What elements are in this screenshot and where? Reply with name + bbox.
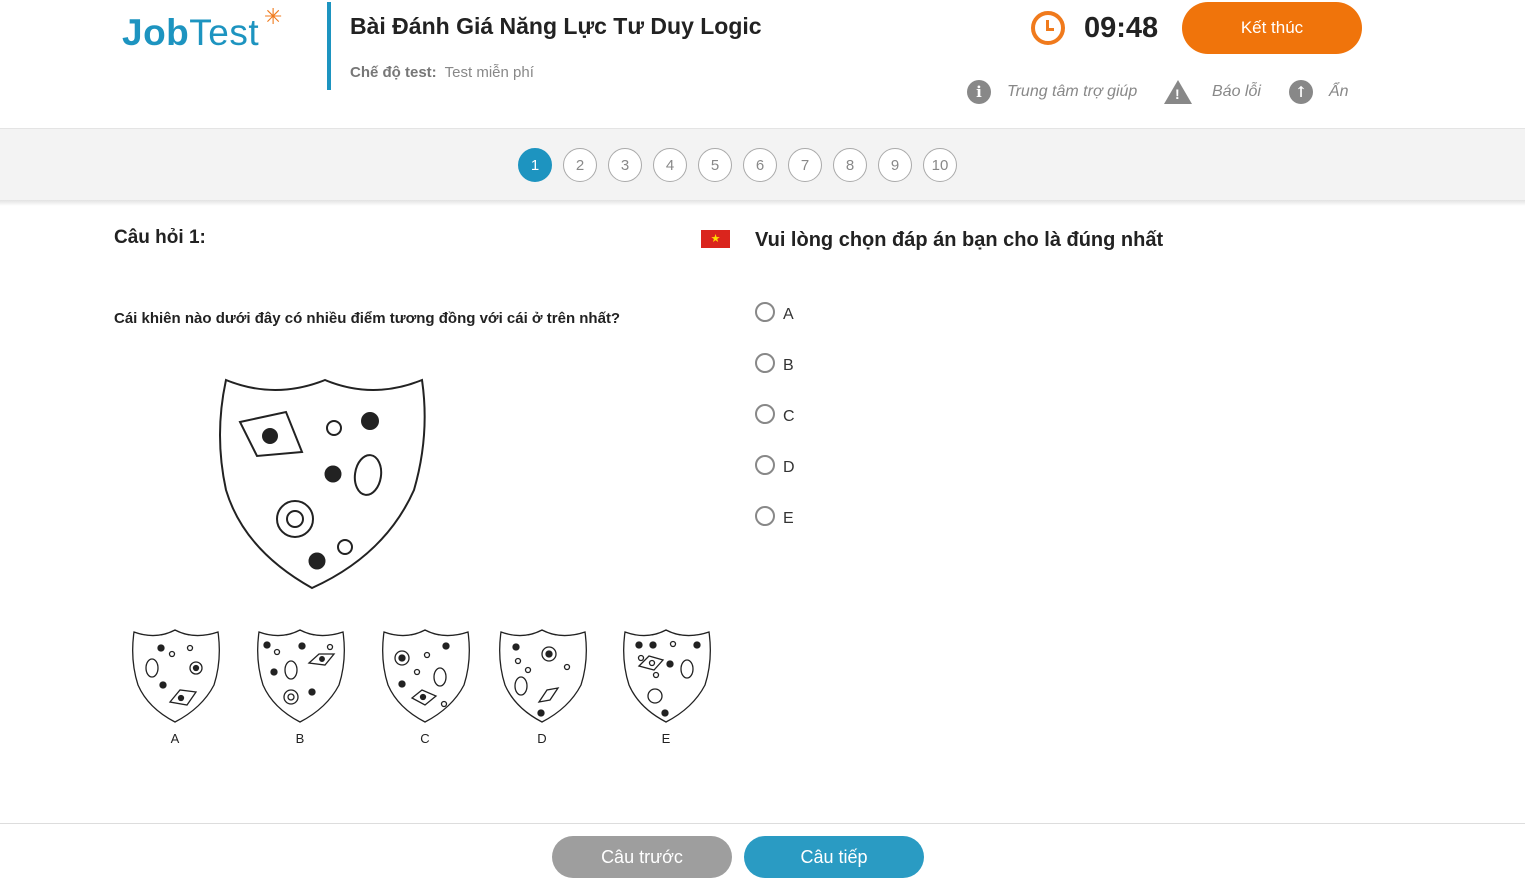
header-divider — [327, 2, 331, 90]
question-number-3[interactable]: 3 — [608, 148, 642, 182]
question-text: Cái khiên nào dưới đây có nhiều điểm tươ… — [114, 310, 621, 327]
question-number-10[interactable]: 10 — [923, 148, 957, 182]
question-figure: A B C D E — [132, 378, 711, 746]
question-label: Câu hỏi 1: — [114, 227, 206, 248]
option-shield-c — [382, 629, 470, 723]
answer-instruction: Vui lòng chọn đáp án bạn cho là đúng nhấ… — [755, 229, 1164, 251]
header: JobTest ✳ Bài Đánh Giá Năng Lực Tư Duy L… — [0, 0, 1525, 128]
test-mode-value: Test miễn phí — [444, 64, 534, 81]
answer-option-d[interactable]: D — [755, 442, 795, 493]
answer-option-label: B — [783, 356, 794, 374]
question-number-2[interactable]: 2 — [563, 148, 597, 182]
arrow-up-icon: ↑ — [1289, 80, 1313, 104]
finish-button[interactable]: Kết thúc — [1182, 2, 1362, 54]
option-shield-d — [499, 629, 587, 723]
question-number-4[interactable]: 4 — [653, 148, 687, 182]
question-number-7[interactable]: 7 — [788, 148, 822, 182]
hide-link[interactable]: ↑ Ẩn — [1289, 78, 1349, 106]
question-number-1[interactable]: 1 — [518, 148, 552, 182]
question-number-8[interactable]: 8 — [833, 148, 867, 182]
question-navigator: 1 2 3 4 5 6 7 8 9 10 — [0, 128, 1525, 200]
figure-label-b: B — [296, 731, 305, 746]
vietnam-flag-icon[interactable]: ★ — [701, 230, 730, 248]
page: JobTest ✳ Bài Đánh Giá Năng Lực Tư Duy L… — [0, 0, 1525, 882]
warning-icon: ! — [1164, 80, 1192, 104]
answer-options: A B C D E — [755, 289, 795, 544]
radio-button[interactable] — [755, 454, 775, 475]
question-number-5[interactable]: 5 — [698, 148, 732, 182]
answer-option-c[interactable]: C — [755, 391, 795, 442]
answer-option-e[interactable]: E — [755, 493, 795, 544]
jobtest-logo[interactable]: JobTest — [122, 12, 259, 54]
answer-option-label: A — [783, 305, 794, 323]
figure-label-d: D — [537, 731, 546, 746]
option-shield-b — [257, 629, 345, 723]
radio-button[interactable] — [755, 301, 775, 322]
hide-label: Ẩn — [1329, 83, 1349, 100]
test-mode-label: Chế độ test: — [350, 64, 437, 81]
footer: Câu trước Câu tiếp — [0, 823, 1525, 882]
option-shield-a — [132, 629, 220, 723]
help-center-label: Trung tâm trợ giúp — [1007, 83, 1138, 100]
previous-question-button[interactable]: Câu trước — [552, 836, 732, 878]
answer-option-label: E — [783, 509, 794, 527]
report-error-link[interactable]: ! Báo lỗi — [1164, 78, 1261, 106]
answer-option-b[interactable]: B — [755, 340, 795, 391]
radio-button[interactable] — [755, 505, 775, 526]
info-icon: i — [967, 80, 991, 104]
answer-option-a[interactable]: A — [755, 289, 795, 340]
page-title: Bài Đánh Giá Năng Lực Tư Duy Logic — [350, 13, 762, 39]
clock-icon — [1031, 11, 1065, 45]
nav-shadow — [0, 200, 1525, 206]
main-shield — [219, 378, 426, 590]
report-error-label: Báo lỗi — [1212, 83, 1261, 100]
radio-button[interactable] — [755, 352, 775, 373]
question-number-list: 1 2 3 4 5 6 7 8 9 10 — [518, 148, 957, 182]
countdown-timer: 09:48 — [1084, 12, 1159, 44]
logo-text-thin: Test — [189, 12, 260, 53]
question-number-6[interactable]: 6 — [743, 148, 777, 182]
answer-option-label: D — [783, 458, 795, 476]
figure-label-e: E — [662, 731, 671, 746]
star-icon: ✳ — [264, 4, 283, 29]
radio-button[interactable] — [755, 403, 775, 424]
test-mode: Chế độ test: Test miễn phí — [350, 64, 534, 81]
question-number-9[interactable]: 9 — [878, 148, 912, 182]
answer-option-label: C — [783, 407, 795, 425]
figure-label-a: A — [171, 731, 180, 746]
option-shield-e — [623, 629, 711, 723]
next-question-button[interactable]: Câu tiếp — [744, 836, 924, 878]
figure-label-c: C — [420, 731, 429, 746]
help-center-link[interactable]: i Trung tâm trợ giúp — [967, 78, 1137, 106]
logo-text-bold: Job — [122, 12, 190, 53]
